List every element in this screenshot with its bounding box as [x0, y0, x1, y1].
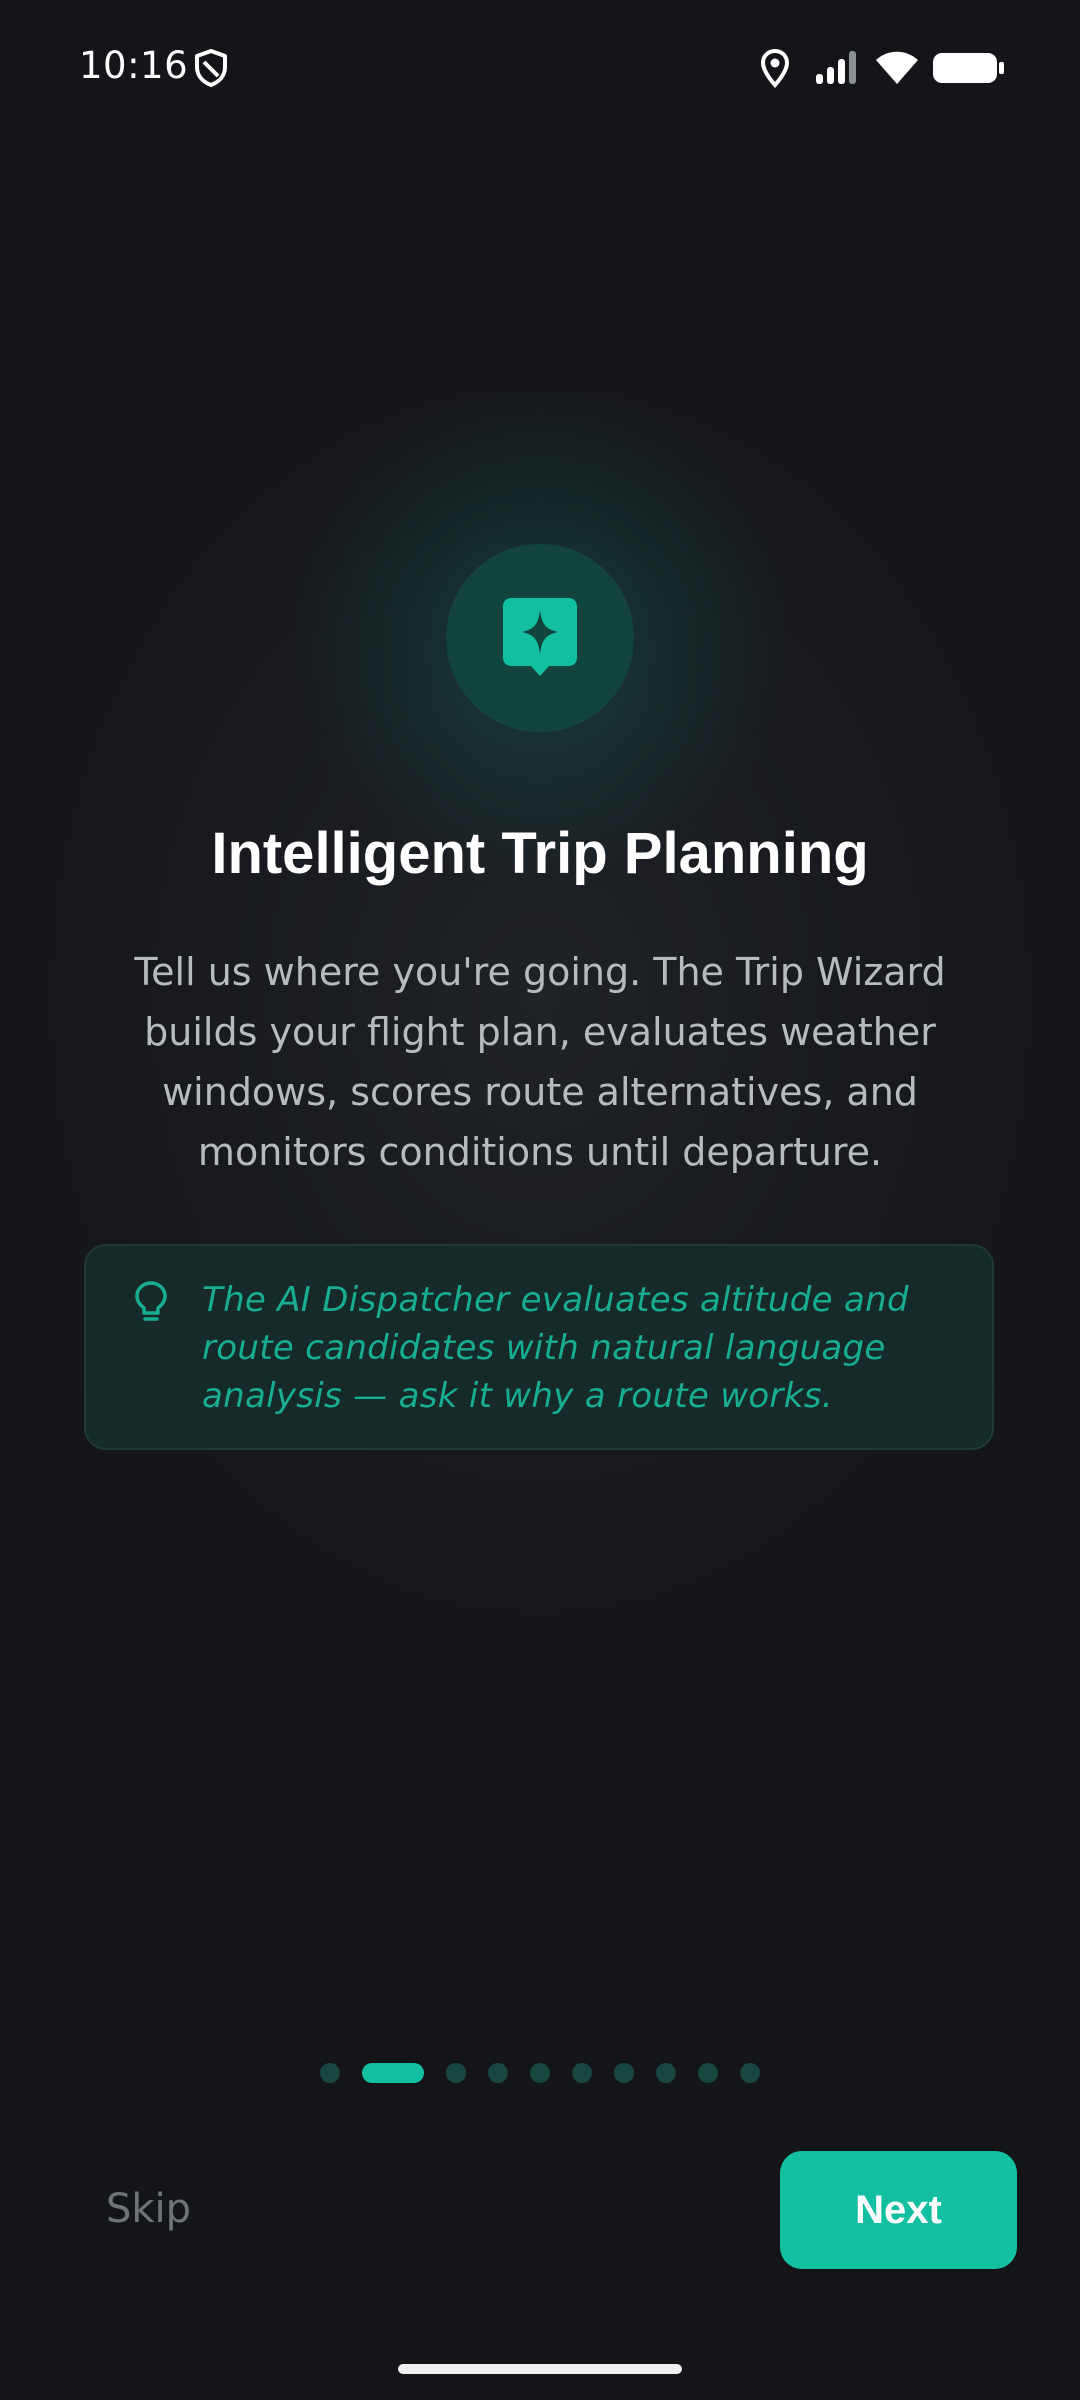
background [0, 0, 1080, 2400]
page-title: Intelligent Trip Planning [211, 821, 869, 886]
tip-card: The AI Dispatcher evaluates altitude and… [84, 1244, 994, 1450]
tip-text: The AI Dispatcher evaluates altitude and… [202, 1280, 909, 1416]
location-icon [760, 48, 790, 88]
sparkle-chat-icon [503, 598, 577, 676]
page-dot[interactable] [320, 2063, 340, 2083]
page-dot-active[interactable] [362, 2063, 424, 2083]
page-indicator [0, 2063, 1080, 2085]
page-dot[interactable] [446, 2063, 466, 2083]
shield-icon [195, 49, 227, 87]
home-indicator[interactable] [398, 2364, 682, 2374]
wifi-icon [876, 51, 918, 84]
status-time: 10:16 [79, 44, 189, 87]
page-dot[interactable] [614, 2063, 634, 2083]
page-dot[interactable] [656, 2063, 676, 2083]
page-dot[interactable] [530, 2063, 550, 2083]
page-dot[interactable] [488, 2063, 508, 2083]
battery-icon [933, 53, 1004, 83]
page-dot[interactable] [740, 2063, 760, 2083]
signal-icon [816, 51, 856, 84]
skip-button[interactable]: Skip [106, 2186, 191, 2232]
status-bar: 10:16 [0, 0, 1080, 136]
page-dot[interactable] [698, 2063, 718, 2083]
page-dot[interactable] [572, 2063, 592, 2083]
description-text: Tell us where you're going. The Trip Wiz… [134, 950, 946, 1174]
lightbulb-icon [135, 1281, 167, 1321]
next-button[interactable]: Next [780, 2151, 1017, 2269]
